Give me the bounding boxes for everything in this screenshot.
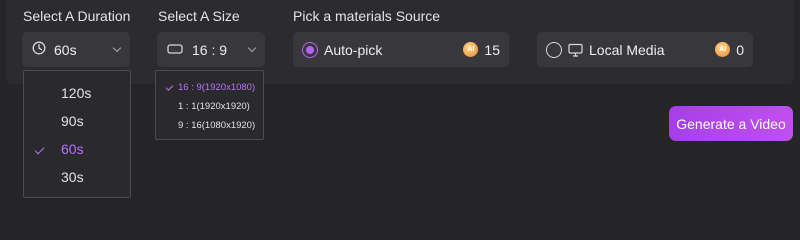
ai-credit-icon: AI [463, 42, 479, 57]
size-option-label: 16 : 9(1920x1080) [178, 81, 256, 93]
source-option-label: Local Media [589, 41, 665, 58]
size-option[interactable]: 1 : 1(1920x1920) [156, 98, 263, 114]
checkmark-icon [34, 144, 45, 154]
duration-option-label: 60s [61, 141, 84, 157]
size-option-label: 1 : 1(1920x1920) [178, 100, 250, 112]
duration-option[interactable]: 120s [24, 81, 130, 105]
duration-value: 60s [54, 41, 77, 58]
video-generator-settings: Select A Duration 60s Select A Size 16 :… [0, 0, 800, 240]
chevron-down-icon [112, 43, 122, 53]
source-option-auto-pick[interactable]: Auto-pick AI 15 [293, 32, 509, 67]
credit-count: 15 [484, 41, 500, 58]
source-option-label: Auto-pick [324, 41, 383, 58]
radio-checked-icon[interactable] [302, 41, 318, 58]
duration-select[interactable]: 60s [22, 32, 130, 67]
duration-label: Select A Duration [23, 8, 131, 24]
duration-option-selected[interactable]: 60s [24, 137, 130, 161]
size-option[interactable]: 9 : 16(1080x1920) [156, 117, 263, 133]
clock-icon [32, 41, 46, 58]
size-value: 16 : 9 [192, 41, 228, 58]
size-option-label: 9 : 16(1080x1920) [178, 119, 256, 131]
duration-dropdown: 120s 90s 60s 30s [23, 70, 131, 198]
duration-option-label: 30s [61, 169, 84, 185]
monitor-icon [568, 43, 583, 57]
checkmark-icon [165, 83, 173, 91]
duration-option[interactable]: 30s [24, 165, 130, 189]
credit-count: 0 [736, 41, 744, 58]
ai-credit-icon: AI [715, 42, 731, 57]
aspect-ratio-icon [167, 42, 183, 58]
generate-video-button[interactable]: Generate a Video [669, 106, 793, 141]
size-label: Select A Size [158, 8, 240, 24]
size-option-selected[interactable]: 16 : 9(1920x1080) [156, 79, 263, 95]
source-option-local-media[interactable]: Local Media AI 0 [537, 32, 753, 67]
duration-option[interactable]: 90s [24, 109, 130, 133]
size-dropdown: 16 : 9(1920x1080) 1 : 1(1920x1920) 9 : 1… [155, 70, 264, 140]
radio-unchecked-icon[interactable] [546, 41, 562, 58]
duration-option-label: 90s [61, 113, 84, 129]
size-select[interactable]: 16 : 9 [157, 32, 265, 67]
source-label: Pick a materials Source [293, 8, 441, 24]
chevron-down-icon [247, 43, 257, 53]
duration-option-label: 120s [61, 85, 92, 101]
